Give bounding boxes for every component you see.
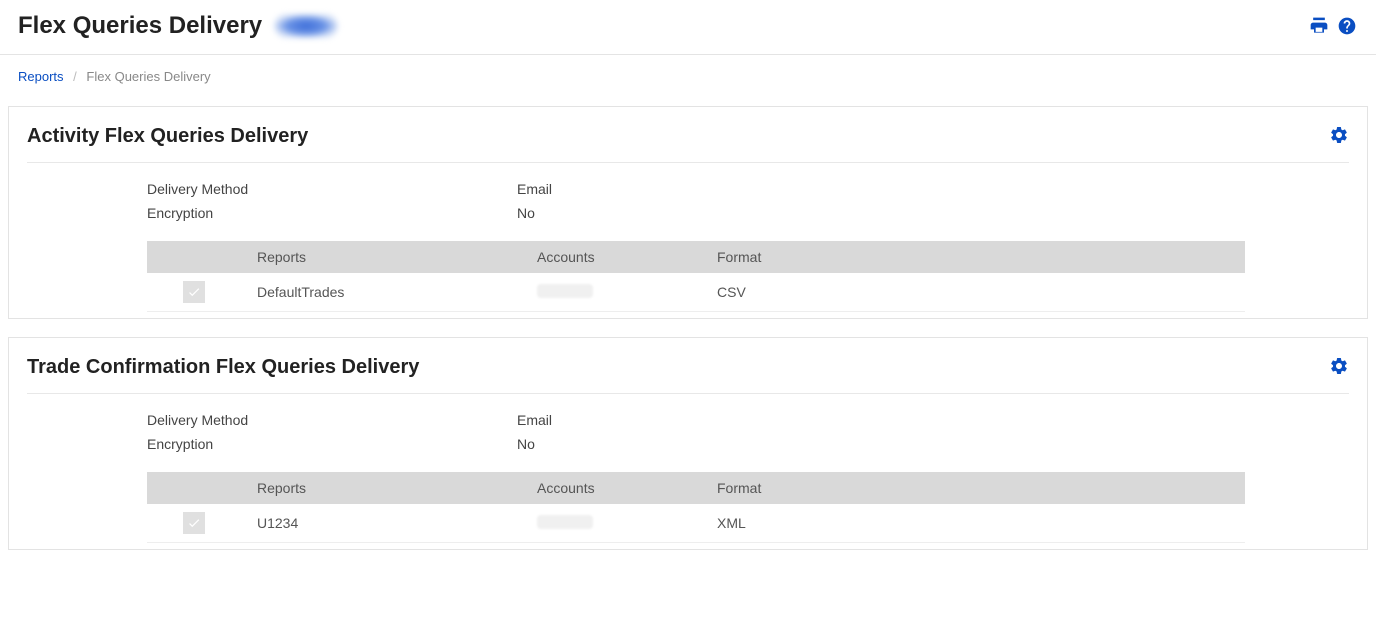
row-checkbox[interactable] bbox=[183, 512, 205, 534]
help-icon[interactable] bbox=[1336, 15, 1358, 37]
col-reports: Reports bbox=[247, 472, 527, 504]
cell-format: XML bbox=[707, 504, 1245, 543]
col-format: Format bbox=[707, 241, 1245, 273]
col-accounts: Accounts bbox=[527, 472, 707, 504]
reports-table: Reports Accounts Format DefaultTrades CS… bbox=[147, 241, 1245, 312]
reports-table: Reports Accounts Format U1234 XML bbox=[147, 472, 1245, 543]
table-row: U1234 XML bbox=[147, 504, 1245, 543]
print-icon[interactable] bbox=[1308, 15, 1330, 37]
delivery-method-label: Delivery Method bbox=[147, 181, 517, 197]
cell-format: CSV bbox=[707, 273, 1245, 312]
panel-title: Activity Flex Queries Delivery bbox=[27, 125, 308, 148]
page-header: Flex Queries Delivery bbox=[0, 0, 1376, 55]
cell-accounts bbox=[527, 273, 707, 312]
activity-flex-queries-panel: Activity Flex Queries Delivery Delivery … bbox=[8, 106, 1368, 319]
breadcrumb: Reports / Flex Queries Delivery bbox=[0, 55, 1376, 92]
cell-reports: U1234 bbox=[247, 504, 527, 543]
gear-icon[interactable] bbox=[1329, 356, 1349, 379]
page-title: Flex Queries Delivery bbox=[18, 12, 262, 40]
account-badge-redacted bbox=[274, 14, 338, 38]
encryption-label: Encryption bbox=[147, 205, 517, 221]
panel-title: Trade Confirmation Flex Queries Delivery bbox=[27, 356, 419, 379]
account-redacted bbox=[537, 515, 593, 529]
breadcrumb-current: Flex Queries Delivery bbox=[86, 69, 210, 84]
breadcrumb-reports-link[interactable]: Reports bbox=[18, 69, 64, 84]
breadcrumb-separator: / bbox=[73, 69, 77, 84]
delivery-method-value: Email bbox=[517, 412, 552, 428]
trade-confirmation-flex-queries-panel: Trade Confirmation Flex Queries Delivery… bbox=[8, 337, 1368, 550]
delivery-method-value: Email bbox=[517, 181, 552, 197]
encryption-value: No bbox=[517, 436, 535, 452]
account-redacted bbox=[537, 284, 593, 298]
table-header-row: Reports Accounts Format bbox=[147, 241, 1245, 273]
cell-accounts bbox=[527, 504, 707, 543]
col-format: Format bbox=[707, 472, 1245, 504]
gear-icon[interactable] bbox=[1329, 125, 1349, 148]
encryption-label: Encryption bbox=[147, 436, 517, 452]
cell-reports: DefaultTrades bbox=[247, 273, 527, 312]
col-accounts: Accounts bbox=[527, 241, 707, 273]
col-reports: Reports bbox=[247, 241, 527, 273]
encryption-value: No bbox=[517, 205, 535, 221]
table-row: DefaultTrades CSV bbox=[147, 273, 1245, 312]
col-check bbox=[147, 472, 247, 504]
delivery-method-label: Delivery Method bbox=[147, 412, 517, 428]
col-check bbox=[147, 241, 247, 273]
row-checkbox[interactable] bbox=[183, 281, 205, 303]
table-header-row: Reports Accounts Format bbox=[147, 472, 1245, 504]
